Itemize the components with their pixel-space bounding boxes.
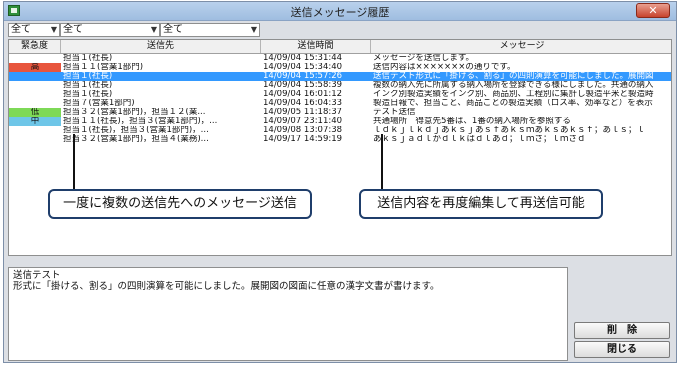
cell-dest: 担当３２(営業1部門)，担当４(業務)...: [63, 135, 209, 144]
chevron-down-icon: ▼: [250, 25, 257, 34]
priority-filter-select[interactable]: 全て ▼: [8, 23, 60, 37]
destination-filter-value: 全て: [63, 24, 83, 35]
cell-message: 複数の納入先に所属する納入場所を登録できる様にしました。共通の納入: [373, 81, 654, 90]
callout-multi-destination: 一度に複数の送信先へのメッセージ送信: [48, 189, 312, 219]
table-row[interactable]: 担当１(社長)，担当３(営業1部門)，... 14/09/08 13:07:38 ｌ…: [9, 126, 671, 135]
callout-pointer-right: [381, 134, 383, 194]
delete-button[interactable]: 削 除: [574, 322, 670, 339]
title-bar: 送信メッセージ履歴 ✕: [4, 2, 676, 21]
cell-priority: 高: [9, 63, 61, 72]
message-detail-box[interactable]: 送信テスト 形式に「掛ける、割る」の四則演算を可能にしました。展開図の図面に任意…: [8, 267, 568, 361]
detail-line-2: 形式に「掛ける、割る」の四則演算を可能にしました。展開図の図面に任意の漢字文書が…: [13, 281, 440, 292]
cell-priority: [9, 90, 61, 99]
table-row[interactable]: 担当３２(営業1部門)，担当４(業務)... 14/09/17 14:59:19 あ…: [9, 135, 671, 144]
cell-dest: 担当７(営業1部門): [63, 99, 135, 108]
cell-priority: 低: [9, 108, 61, 117]
cell-time: 14/09/04 15:31:44: [263, 54, 343, 63]
cell-priority: [9, 126, 61, 135]
cell-dest: 担当１(社長): [63, 90, 113, 99]
cell-time: 14/09/04 15:34:40: [263, 63, 343, 72]
window-title: 送信メッセージ履歴: [290, 6, 390, 19]
destination-filter-select[interactable]: 全て ▼: [60, 23, 160, 37]
cell-time: 14/09/04 15:57:26: [263, 72, 343, 81]
cell-message: テスト送信: [373, 108, 416, 117]
cell-dest: 担当１(社長)，担当３(営業1部門)，...: [63, 126, 209, 135]
table-header: 緊急度 送信先 送信時間 メッセージ: [9, 40, 671, 54]
callout-resend: 送信内容を再度編集して再送信可能: [359, 189, 603, 219]
cell-message: インク別製造実績をインク別、商品別、工程別に集計し製造平米と製造時: [373, 90, 654, 99]
priority-filter-value: 全て: [11, 24, 31, 35]
table-row[interactable]: 担当１(社長) 14/09/04 15:31:44 メッセージを送信します。: [9, 54, 671, 63]
table-row[interactable]: 中担当１１(社長)，担当３(営業1部門)，... 14/09/07 23:11:4…: [9, 117, 671, 126]
cell-time: 14/09/05 11:18:37: [263, 108, 343, 117]
cell-priority: [9, 54, 61, 63]
cell-dest: 担当１(社長): [63, 54, 113, 63]
table-row[interactable]: 担当１(社長) 14/09/04 15:58:39 複数の納入先に所属する納入場所を…: [9, 81, 671, 90]
table-row[interactable]: 低担当３２(営業1部門)，担当１２(業... 14/09/05 11:18:37 テ…: [9, 108, 671, 117]
cell-time: 14/09/07 23:11:40: [263, 117, 343, 126]
cell-time: 14/09/04 16:04:33: [263, 99, 343, 108]
time-filter-value: 全て: [163, 24, 183, 35]
cell-time: 14/09/08 13:07:38: [263, 126, 343, 135]
cell-time: 14/09/04 16:01:12: [263, 90, 343, 99]
cell-dest: 担当１(社長): [63, 81, 113, 90]
message-table: 緊急度 送信先 送信時間 メッセージ 担当１(社長) 14/09/04 15:31…: [8, 39, 672, 256]
cell-message: 共通場所 得意先5番は、1番の納入場所を参照する: [373, 117, 571, 126]
cell-dest: 担当１１(営業1部門): [63, 63, 144, 72]
cell-message: 製造日報で、担当ごと、商品ごとの製造実績（ロス率、効率など）を表示: [373, 99, 653, 108]
cell-message: 送信テスト形式に「掛ける、割る」の四則演算を可能にしました。展開図: [373, 72, 654, 81]
message-history-window: 送信メッセージ履歴 ✕ 全て ▼ 全て ▼ 全て ▼ 緊急度 送信先 送信時間 …: [3, 1, 677, 363]
cell-priority: [9, 72, 61, 81]
cell-priority: [9, 99, 61, 108]
detail-line-1: 送信テスト: [13, 270, 61, 281]
time-filter-select[interactable]: 全て ▼: [160, 23, 260, 37]
cell-dest: 担当３２(営業1部門)，担当１２(業...: [63, 108, 206, 117]
cell-priority: [9, 81, 61, 90]
table-row[interactable]: 担当１(社長) 14/09/04 15:57:26 送信テスト形式に「掛ける、割る」…: [9, 72, 671, 81]
callout-pointer-left: [73, 134, 75, 194]
table-row[interactable]: 高担当１１(営業1部門) 14/09/04 15:34:40 送信内容は××××××…: [9, 63, 671, 72]
column-header-destination[interactable]: 送信先: [61, 40, 261, 53]
column-header-message[interactable]: メッセージ: [371, 40, 671, 53]
column-header-priority[interactable]: 緊急度: [9, 40, 61, 53]
cell-message: あｋｓｊａｄｌかｄｌｋはｄｌあｄ；ｌｍさ；ｌｍさｄ: [373, 135, 586, 144]
chevron-down-icon: ▼: [150, 25, 157, 34]
close-button[interactable]: 閉じる: [574, 341, 670, 358]
column-header-time[interactable]: 送信時間: [261, 40, 371, 53]
cell-dest: 担当１１(社長)，担当３(営業1部門)，...: [63, 117, 218, 126]
cell-time: 14/09/04 15:58:39: [263, 81, 343, 90]
chevron-down-icon: ▼: [50, 25, 57, 34]
cell-message: 送信内容は×××××××の通りです。: [373, 63, 516, 72]
cell-priority: [9, 135, 61, 144]
window-close-button[interactable]: ✕: [636, 3, 670, 18]
cell-time: 14/09/17 14:59:19: [263, 135, 343, 144]
cell-message: メッセージを送信します。: [373, 54, 474, 63]
table-row[interactable]: 担当１(社長) 14/09/04 16:01:12 インク別製造実績をインク別、商品…: [9, 90, 671, 99]
cell-priority: 中: [9, 117, 61, 126]
cell-dest: 担当１(社長): [63, 72, 113, 81]
cell-message: ｌｄｋｊｌｋｄｊあｋｓｊあｓｆあｋｓｍあｋｓあｋｓｆ；あｌｓ；ｌ: [373, 126, 646, 135]
table-row[interactable]: 担当７(営業1部門) 14/09/04 16:04:33 製造日報で、担当ごと、商品…: [9, 99, 671, 108]
